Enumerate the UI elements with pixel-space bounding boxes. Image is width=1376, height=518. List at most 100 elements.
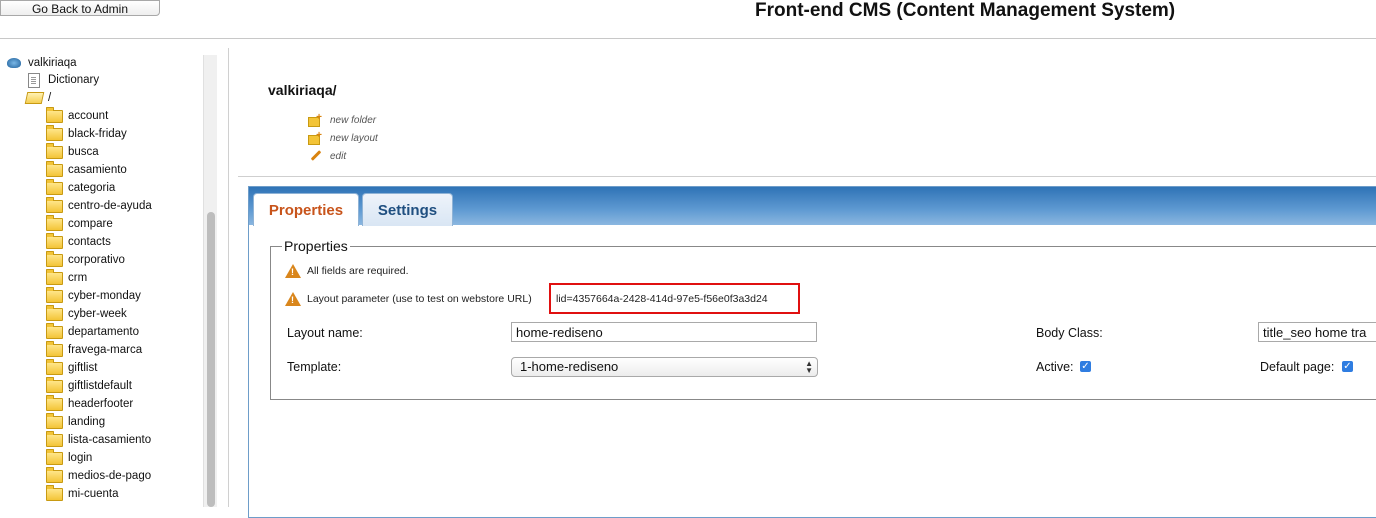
folder-icon	[46, 287, 63, 303]
folder-icon	[46, 179, 63, 195]
properties-legend: Properties	[282, 238, 350, 254]
tree-item[interactable]: cyber-week	[46, 305, 127, 323]
tree-item-label: contacts	[68, 236, 111, 248]
tree-item-label: busca	[68, 146, 99, 158]
tree-item-label: departamento	[68, 326, 139, 338]
folder-icon	[46, 431, 63, 447]
edit-action[interactable]: edit	[308, 150, 346, 162]
folder-icon	[46, 251, 63, 267]
required-warning-text: All fields are required.	[307, 265, 409, 277]
tree-item[interactable]: medios-de-pago	[46, 467, 151, 485]
page-title: Front-end CMS (Content Management System…	[755, 0, 1176, 21]
tree-item-label: account	[68, 110, 109, 122]
tree-item[interactable]: black-friday	[46, 125, 127, 143]
warning-icon	[285, 264, 301, 278]
tree-item-label: categoria	[68, 182, 116, 194]
tree-item-label: centro-de-ayuda	[68, 200, 152, 212]
tree-item[interactable]: centro-de-ayuda	[46, 197, 152, 215]
default-page-label: Default page:	[1260, 360, 1335, 374]
tree-item-label: fravega-marca	[68, 344, 143, 356]
tree-item[interactable]: giftlistdefault	[46, 377, 132, 395]
folder-icon	[46, 107, 63, 123]
tree-item[interactable]: login	[46, 449, 92, 467]
tree-item[interactable]: Dictionary	[26, 71, 99, 89]
folder-open-icon	[24, 91, 45, 105]
tree-item-label: cyber-week	[68, 308, 127, 320]
tree-item[interactable]: headerfooter	[46, 395, 133, 413]
tree-item-label: landing	[68, 416, 106, 428]
document-icon	[26, 73, 42, 88]
required-warning: All fields are required.	[285, 264, 409, 278]
folder-icon	[46, 323, 63, 339]
folder-icon	[46, 413, 63, 429]
tree-item[interactable]: compare	[46, 215, 113, 233]
active-checkbox[interactable]: ✓	[1080, 361, 1091, 372]
edit-link[interactable]: edit	[330, 151, 346, 162]
tab-settings[interactable]: Settings	[362, 193, 453, 226]
layout-name-label: Layout name:	[287, 326, 363, 340]
tree-item[interactable]: crm	[46, 269, 87, 287]
tree-item[interactable]: lista-casamiento	[46, 431, 151, 449]
scrollbar-thumb[interactable]	[207, 212, 215, 507]
default-page-checkbox[interactable]: ✓	[1342, 361, 1353, 372]
new-folder-action[interactable]: + new folder	[308, 112, 376, 127]
tree-item[interactable]: busca	[46, 143, 99, 161]
layout-name-input[interactable]	[511, 322, 817, 342]
tab-properties[interactable]: Properties	[253, 193, 359, 226]
highlight-box	[549, 283, 800, 314]
tab-bar: Properties Settings	[249, 187, 1376, 226]
tree-item[interactable]: giftlist	[46, 359, 97, 377]
layout-param-warning: Layout parameter (use to test on webstor…	[285, 292, 532, 306]
folder-icon	[46, 449, 63, 465]
template-label: Template:	[287, 360, 342, 374]
folder-icon	[46, 161, 63, 177]
tree-item[interactable]: contacts	[46, 233, 111, 251]
tree-item-label: black-friday	[68, 128, 127, 140]
tree-item[interactable]: /	[24, 89, 52, 107]
body-class-label: Body Class:	[1036, 326, 1103, 340]
warning-icon	[285, 292, 301, 306]
folder-icon	[46, 341, 63, 357]
folder-icon	[46, 467, 63, 483]
folder-title: valkiriaqa/	[268, 82, 337, 98]
tree-root[interactable]: valkiriaqa	[6, 55, 77, 72]
tree-item[interactable]: cyber-monday	[46, 287, 141, 305]
tree-item[interactable]: categoria	[46, 179, 115, 197]
site-globe-icon	[6, 56, 22, 70]
select-arrows-icon: ▲ ▼	[805, 359, 813, 375]
tree-item[interactable]: landing	[46, 413, 105, 431]
new-layout-link[interactable]: new layout	[330, 133, 378, 144]
folder-icon	[46, 305, 63, 321]
tree-item-label: giftlistdefault	[68, 380, 132, 392]
tree-item-label: /	[48, 92, 52, 104]
folder-icon	[46, 233, 63, 249]
sidebar-scrollbar[interactable]	[203, 55, 217, 507]
go-back-to-admin-button[interactable]: Go Back to Admin	[0, 0, 160, 16]
tree-item[interactable]: mi-cuenta	[46, 485, 119, 503]
tree-item[interactable]: fravega-marca	[46, 341, 142, 359]
tree-item-label: mi-cuenta	[68, 488, 119, 500]
tree-item-label: giftlist	[68, 362, 98, 374]
divider	[238, 176, 1376, 177]
properties-fieldset	[270, 246, 1376, 400]
tree-item[interactable]: account	[46, 107, 108, 125]
sidebar-tree: valkiriaqa Dictionary / account black-frida…	[0, 55, 218, 507]
folder-icon	[46, 395, 63, 411]
layout-param-text: Layout parameter (use to test on webstor…	[307, 293, 532, 305]
new-folder-link[interactable]: new folder	[330, 115, 376, 126]
tree-item[interactable]: corporativo	[46, 251, 125, 269]
folder-icon	[46, 377, 63, 393]
folder-icon	[46, 485, 63, 501]
new-layout-icon: +	[308, 130, 322, 145]
folder-icon	[46, 269, 63, 285]
tree-item-label: login	[68, 452, 93, 464]
new-layout-action[interactable]: + new layout	[308, 130, 378, 145]
folder-icon	[46, 125, 63, 141]
tree-item-label: lista-casamiento	[68, 434, 152, 446]
tree-item[interactable]: casamiento	[46, 161, 127, 179]
template-select[interactable]: 1-home-rediseno ▲ ▼	[511, 357, 818, 377]
tree-root-label: valkiriaqa	[28, 57, 77, 69]
tree-item-label: crm	[68, 272, 88, 284]
body-class-input[interactable]	[1258, 322, 1376, 342]
tree-item[interactable]: departamento	[46, 323, 139, 341]
